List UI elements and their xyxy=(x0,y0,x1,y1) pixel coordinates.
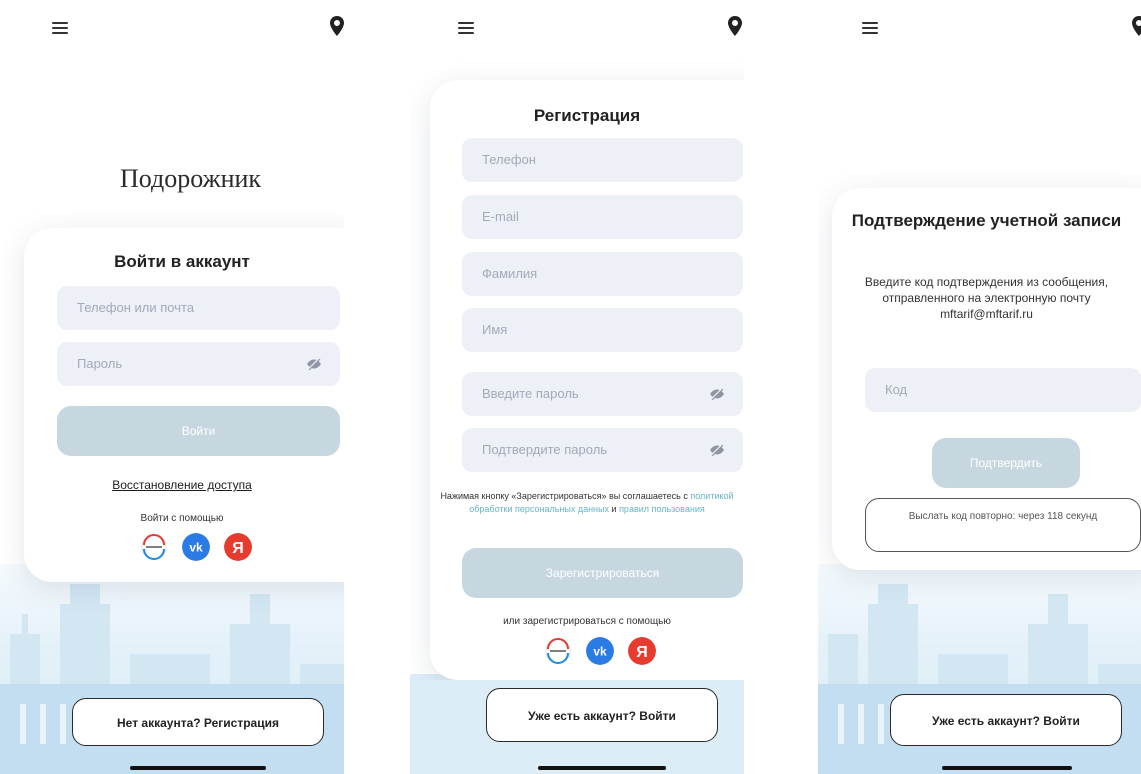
input-placeholder: Телефон или почта xyxy=(77,300,195,315)
eye-off-icon[interactable] xyxy=(709,387,725,401)
recover-access-link[interactable]: Восстановление доступа xyxy=(24,478,340,492)
register-button[interactable]: Зарегистрироваться xyxy=(462,548,743,598)
app-brand-title: Подорожник xyxy=(120,164,262,193)
home-indicator xyxy=(942,766,1072,770)
card-title: Подтверждение учетной записи xyxy=(851,211,1122,230)
input-placeholder: Телефон xyxy=(482,152,536,167)
menu-icon[interactable] xyxy=(458,22,474,36)
password-input[interactable]: Введите пароль xyxy=(462,372,743,416)
vk-icon[interactable]: vk xyxy=(586,637,614,665)
input-placeholder: Пароль xyxy=(77,356,123,371)
location-pin-icon[interactable] xyxy=(728,16,742,36)
go-to-login-button[interactable]: Уже есть аккаунт? Войти xyxy=(890,694,1122,746)
input-placeholder: Имя xyxy=(482,322,508,337)
confirm-password-input[interactable]: Подтвердите пароль xyxy=(462,428,743,472)
email-input[interactable]: E-mail xyxy=(462,195,743,239)
first-name-input[interactable]: Имя xyxy=(462,308,743,352)
card-title: Войти в аккаунт xyxy=(114,252,250,271)
card-title: Регистрация xyxy=(533,106,641,125)
login-screen: Подорожник Войти в аккаунт Телефон или п… xyxy=(0,0,344,774)
vk-icon[interactable]: vk xyxy=(182,533,210,561)
svg-text:Я: Я xyxy=(636,644,648,661)
go-to-registration-button[interactable]: Нет аккаунта? Регистрация xyxy=(72,698,324,746)
registration-screen: Регистрация Телефон E-mail Фамилия Имя В… xyxy=(410,0,744,774)
password-input[interactable]: Пароль xyxy=(57,342,340,386)
menu-icon[interactable] xyxy=(52,22,68,36)
registration-card: Регистрация Телефон E-mail Фамилия Имя В… xyxy=(430,80,744,680)
login-button[interactable]: Войти xyxy=(57,406,340,456)
yandex-icon[interactable]: Я xyxy=(224,533,252,561)
social-login-row: vk Я xyxy=(140,533,252,563)
phone-or-email-input[interactable]: Телефон или почта xyxy=(57,286,340,330)
usage-rules-link[interactable]: правил пользования xyxy=(619,504,705,514)
input-placeholder: Подтвердите пароль xyxy=(482,442,608,457)
eye-off-icon[interactable] xyxy=(306,357,322,371)
resend-code-button[interactable]: Выслать код повторно: через 118 секунд xyxy=(865,498,1141,552)
home-indicator xyxy=(130,766,266,770)
menu-icon[interactable] xyxy=(862,22,878,36)
register-with-label: или зарегистрироваться с помощью xyxy=(503,616,671,627)
location-pin-icon[interactable] xyxy=(330,16,344,36)
svg-text:vk: vk xyxy=(593,645,607,659)
confirmation-description: Введите код подтверждения из сообщения, … xyxy=(864,275,1109,321)
svg-text:Я: Я xyxy=(232,540,244,557)
phone-input[interactable]: Телефон xyxy=(462,138,743,182)
terms-and: и xyxy=(611,504,617,514)
go-to-login-button[interactable]: Уже есть аккаунт? Войти xyxy=(486,688,718,742)
sber-id-icon[interactable] xyxy=(140,533,168,561)
terms-prefix: Нажимая кнопку «Зарегистрироваться» вы с… xyxy=(440,491,688,501)
svg-text:vk: vk xyxy=(189,541,203,555)
login-card: Войти в аккаунт Телефон или почта Пароль… xyxy=(24,228,344,582)
confirm-button[interactable]: Подтвердить xyxy=(932,438,1080,488)
code-input[interactable]: Код xyxy=(865,368,1141,412)
location-pin-icon[interactable] xyxy=(1132,16,1141,36)
input-placeholder: Введите пароль xyxy=(482,386,579,401)
last-name-input[interactable]: Фамилия xyxy=(462,252,743,296)
social-register-row: vk Я xyxy=(544,637,656,667)
home-indicator xyxy=(538,766,666,770)
yandex-icon[interactable]: Я xyxy=(628,637,656,665)
terms-text: Нажимая кнопку «Зарегистрироваться» вы с… xyxy=(430,490,744,516)
confirmation-card: Подтверждение учетной записи Введите код… xyxy=(832,188,1141,570)
sber-id-icon[interactable] xyxy=(544,637,572,665)
confirmation-screen: Подтверждение учетной записи Введите код… xyxy=(818,0,1141,774)
input-placeholder: Код xyxy=(885,382,908,397)
input-placeholder: E-mail xyxy=(482,209,519,224)
login-with-label: Войти с помощью xyxy=(140,513,224,524)
input-placeholder: Фамилия xyxy=(482,266,538,281)
eye-off-icon[interactable] xyxy=(709,443,725,457)
